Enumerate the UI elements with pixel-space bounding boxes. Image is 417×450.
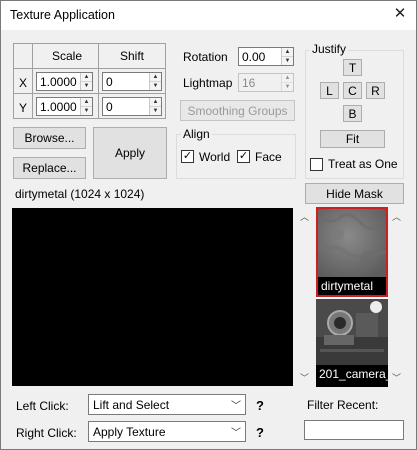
world-label: World — [199, 150, 231, 164]
world-check-mark: ✓ — [182, 150, 193, 162]
face-check-mark: ✓ — [238, 150, 249, 162]
justify-bottom-button[interactable]: B — [343, 105, 362, 122]
replace-button[interactable]: Replace... — [13, 157, 86, 179]
left-click-help-icon[interactable]: ? — [256, 398, 264, 413]
right-click-value: Apply Texture — [93, 424, 166, 439]
x-scale-spinner[interactable]: ▲ ▼ — [80, 73, 92, 90]
face-checkbox[interactable]: ✓ — [237, 150, 250, 163]
rotation-field[interactable]: 0.00 ▲ ▼ — [238, 47, 294, 66]
x-scale-field[interactable]: 1.0000 ▲ ▼ — [36, 72, 93, 91]
camera-thumbnail-image — [316, 299, 388, 365]
justify-top-button[interactable]: T — [343, 59, 362, 76]
browse-button[interactable]: Browse... — [13, 127, 86, 149]
left-click-label: Left Click: — [16, 399, 69, 413]
treat-as-one-checkbox[interactable] — [310, 158, 323, 171]
x-shift-value: 0 — [106, 74, 113, 89]
thumbnail-label: dirtymetal — [318, 277, 386, 295]
y-shift-value: 0 — [106, 99, 113, 114]
browser-right-scrollbar[interactable]: ︿ ﹀ — [389, 208, 404, 386]
right-click-label: Right Click: — [16, 426, 77, 440]
justify-left-button[interactable]: L — [320, 82, 339, 99]
browser-left-scrollbar[interactable]: ︿ ﹀ — [297, 208, 312, 386]
world-checkbox[interactable]: ✓ — [181, 150, 194, 163]
align-group-label: Align — [181, 127, 212, 141]
x-shift-field[interactable]: 0 ▲ ▼ — [102, 72, 162, 91]
shift-column-header: Shift — [120, 49, 145, 63]
texture-preview[interactable] — [12, 208, 293, 386]
lightmap-spinner: ▲ ▼ — [281, 74, 293, 91]
fit-button[interactable]: Fit — [320, 130, 385, 148]
y-shift-field[interactable]: 0 ▲ ▼ — [102, 97, 162, 116]
apply-button[interactable]: Apply — [93, 127, 167, 179]
smoothing-groups-button: Smoothing Groups — [180, 100, 295, 121]
y-shift-spinner[interactable]: ▲ ▼ — [149, 98, 161, 115]
scroll-up-icon[interactable]: ︿ — [297, 210, 312, 223]
chevron-down-icon: ﹀ — [231, 401, 241, 412]
texture-info-label: dirtymetal (1024 x 1024) — [15, 187, 145, 201]
justify-center-button[interactable]: C — [343, 82, 362, 99]
dirtymetal-thumbnail-image — [318, 209, 386, 277]
hide-mask-button[interactable]: Hide Mask — [305, 183, 404, 204]
y-scale-field[interactable]: 1.0000 ▲ ▼ — [36, 97, 93, 116]
y-row-label: Y — [19, 101, 28, 115]
left-click-value: Lift and Select — [93, 397, 170, 412]
thumbnail-label: 201_camera_ — [316, 365, 388, 383]
left-click-dropdown[interactable]: Lift and Select ﹀ — [88, 394, 246, 415]
chevron-down-icon: ﹀ — [231, 428, 241, 439]
scroll-down-icon[interactable]: ﹀ — [389, 371, 404, 384]
right-click-dropdown[interactable]: Apply Texture ﹀ — [88, 421, 246, 442]
rotation-spinner[interactable]: ▲ ▼ — [281, 48, 293, 65]
texture-thumbnail-list: dirtymetal 201_camera_ — [316, 207, 388, 387]
y-scale-value: 1.0000 — [40, 99, 77, 114]
face-label: Face — [255, 150, 282, 164]
scroll-up-icon[interactable]: ︿ — [389, 210, 404, 223]
lightmap-label: Lightmap — [183, 76, 233, 90]
x-row-label: X — [19, 76, 28, 90]
rotation-value: 0.00 — [242, 49, 266, 64]
right-click-help-icon[interactable]: ? — [256, 425, 264, 440]
x-scale-value: 1.0000 — [40, 74, 77, 89]
justify-right-button[interactable]: R — [366, 82, 385, 99]
lightmap-field: 16 ▲ ▼ — [238, 73, 294, 92]
texture-thumbnail-selected[interactable]: dirtymetal — [316, 207, 388, 297]
close-icon[interactable]: ✕ — [390, 6, 410, 24]
y-scale-spinner[interactable]: ▲ ▼ — [80, 98, 92, 115]
grid-divider — [13, 93, 166, 94]
grid-divider — [98, 43, 99, 119]
filter-recent-input[interactable] — [304, 420, 404, 440]
treat-as-one-label: Treat as One — [328, 157, 398, 171]
filter-recent-label: Filter Recent: — [307, 398, 379, 412]
x-shift-spinner[interactable]: ▲ ▼ — [149, 73, 161, 90]
window-title: Texture Application — [10, 8, 115, 22]
rotation-label: Rotation — [183, 50, 228, 64]
scale-column-header: Scale — [52, 49, 83, 63]
scroll-down-icon[interactable]: ﹀ — [297, 371, 312, 384]
grid-divider — [13, 68, 166, 69]
lightmap-value: 16 — [242, 75, 256, 90]
grid-divider — [32, 43, 33, 119]
justify-group-label: Justify — [310, 42, 349, 56]
texture-thumbnail[interactable]: 201_camera_ — [316, 299, 388, 387]
